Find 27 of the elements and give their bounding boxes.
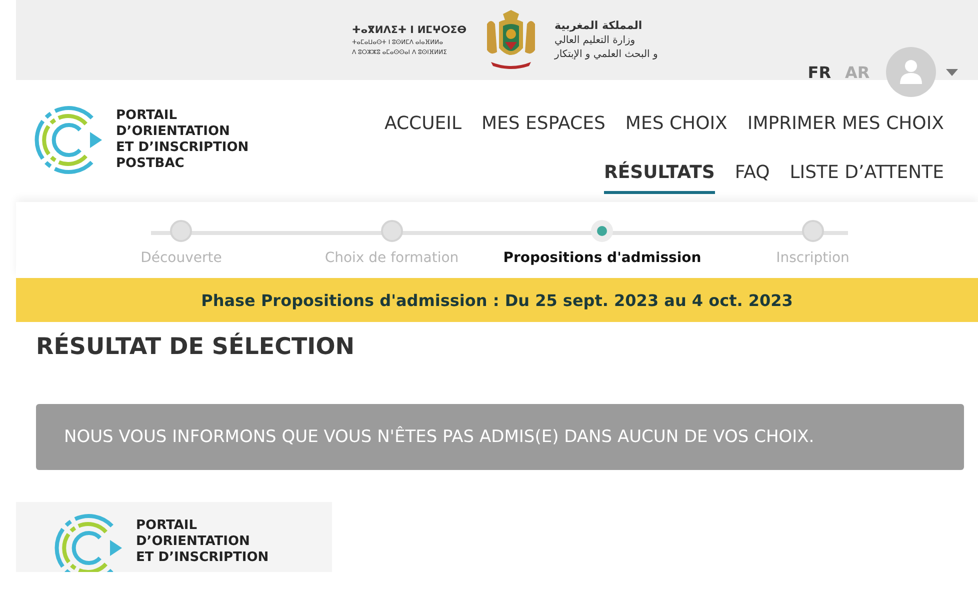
section-title: RÉSULTAT DE SÉLECTION <box>36 332 356 362</box>
step-label: Inscription <box>776 250 850 266</box>
ministry-name-arabic: المملكة المغربية <box>554 19 642 33</box>
nav-link[interactable]: LISTE D’ATTENTE <box>790 163 944 194</box>
step-label: Choix de formation <box>324 250 459 266</box>
portal-name: D’ORIENTATION <box>136 534 251 550</box>
ministry-name-tifinagh: ⵜⴰⴳⵍⴷⵉⵜ ⵏ ⵍⵎⵖⵔⵉⴱ <box>352 24 467 37</box>
ministry-name-arabic: وزارة التعليم العالي <box>554 34 636 47</box>
nav-link[interactable]: MES ESPACES <box>482 114 606 145</box>
nav-link[interactable]: MES CHOIX <box>625 114 728 145</box>
nav-link[interactable]: IMPRIMER MES CHOIX <box>747 114 944 145</box>
phase-banner: Phase Propositions d'admission : Du 25 sept. 2023 au 4 oct. 2023 <box>16 278 978 322</box>
nav-link[interactable]: ACCUEIL <box>384 114 462 145</box>
caret-icon[interactable] <box>946 69 958 76</box>
language-link[interactable]: FR <box>808 63 832 82</box>
nav-link[interactable]: RÉSULTATS <box>604 163 715 194</box>
result-message: NOUS VOUS INFORMONS QUE VOUS N'ÊTES PAS ADMIS(E) DANS AUCUN DE VOS CHOIX. <box>36 404 964 470</box>
step-label: Propositions d'admission <box>503 250 702 266</box>
portal-name: POSTBAC <box>116 156 186 172</box>
portal-name: D’ORIENTATION <box>116 124 231 140</box>
nav-link[interactable]: FAQ <box>734 163 770 194</box>
ministry-name-arabic: و البحث العلمي و الإبتكار <box>554 48 658 61</box>
portal-name: PORTAIL <box>116 108 178 124</box>
step-label: Découverte <box>140 250 222 266</box>
portal-name: ET D’INSCRIPTION <box>116 140 249 156</box>
portal-name: PORTAIL <box>136 518 198 534</box>
portal-name: ET D’INSCRIPTION <box>136 550 269 566</box>
